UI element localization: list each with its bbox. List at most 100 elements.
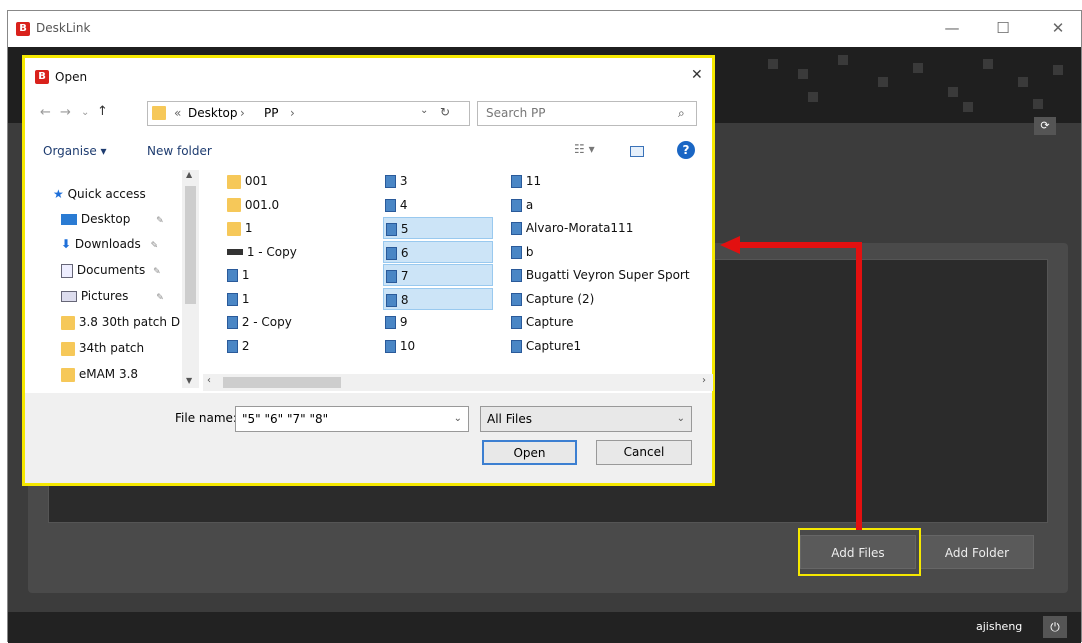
file-item[interactable]: Bugatti Veyron Super Sport [509, 264, 705, 286]
file-name: b [522, 244, 534, 259]
refresh-icon[interactable]: ⟳ [1034, 117, 1056, 135]
file-item[interactable]: Capture1 [509, 335, 705, 357]
scroll-left-icon[interactable]: ‹ [207, 375, 211, 386]
file-item[interactable]: Alvaro-Morata111 [509, 217, 705, 239]
file-item[interactable]: 001.0 [225, 194, 365, 216]
app-title: DeskLink [36, 21, 91, 35]
nav-scroll-thumb[interactable] [185, 186, 196, 304]
file-item[interactable]: 8 [383, 287, 493, 310]
minimize-button[interactable]: — [942, 19, 962, 37]
chevron-down-icon[interactable]: ⌄ [677, 407, 685, 431]
arrow-head [720, 236, 740, 254]
file-item[interactable]: 2 - Copy [225, 311, 365, 333]
image-file-icon [227, 339, 238, 353]
file-item[interactable]: 1 [225, 264, 365, 286]
pin-icon[interactable]: ✎ [156, 293, 164, 303]
breadcrumb-overflow[interactable]: « [174, 106, 181, 120]
open-file-dialog: B Open ✕ ← → ⌄ ↑ « Desktop › PP › ⌄ ↻ Se… [22, 55, 715, 486]
file-name: 1 - Copy [243, 244, 297, 259]
cancel-button[interactable]: Cancel [596, 440, 692, 465]
file-item[interactable]: a [509, 194, 705, 216]
pictures-icon [61, 291, 77, 302]
nav-folder-34th[interactable]: 34th patch [61, 335, 200, 361]
up-icon[interactable]: ↑ [97, 104, 108, 119]
back-icon[interactable]: ← [40, 105, 51, 120]
file-type-select[interactable]: All Files ⌄ [480, 406, 692, 432]
pin-icon[interactable]: ✎ [151, 241, 159, 251]
file-name-input[interactable]: "5" "6" "7" "8" ⌄ [235, 406, 469, 432]
breadcrumb-pp[interactable]: PP [264, 106, 278, 120]
file-name: 9 [396, 315, 408, 329]
chevron-down-icon[interactable]: ⌄ [81, 107, 89, 118]
close-window-button[interactable]: ✕ [1048, 19, 1068, 37]
file-scroll-thumb[interactable] [223, 377, 341, 388]
file-item[interactable]: 6 [383, 240, 493, 263]
file-item[interactable]: 1 [225, 288, 365, 310]
file-item[interactable]: 4 [383, 194, 493, 216]
navigation-pane: ★ Quick access Desktop ✎ ⬇ Downloads ✎ D… [25, 168, 200, 393]
power-icon[interactable]: ⏻ [1043, 616, 1067, 638]
file-item[interactable]: 9 [383, 311, 493, 333]
file-item[interactable]: 3 [383, 170, 493, 192]
file-name: 1 [238, 291, 250, 306]
nav-folder-emam[interactable]: eMAM 3.8 [61, 361, 200, 383]
file-name: 1 [238, 268, 250, 282]
nav-quick-access[interactable]: ★ Quick access [53, 181, 200, 207]
image-file-icon [385, 339, 396, 353]
file-item[interactable]: 11 [509, 170, 705, 192]
file-hscrollbar[interactable]: ‹ › [203, 374, 713, 391]
address-dropdown-icon[interactable]: ⌄ [420, 105, 428, 116]
user-label: ajisheng [976, 620, 1023, 633]
nav-desktop[interactable]: Desktop ✎ [61, 206, 200, 232]
file-item[interactable]: Capture [509, 311, 705, 333]
image-file-icon [511, 316, 522, 329]
file-name: 4 [396, 197, 408, 212]
file-item[interactable]: 1 [225, 217, 365, 239]
nav-pictures[interactable]: Pictures ✎ [61, 283, 200, 309]
pin-icon[interactable]: ✎ [156, 216, 164, 226]
nav-downloads[interactable]: ⬇ Downloads ✎ [61, 231, 200, 257]
refresh-icon[interactable]: ↻ [440, 105, 450, 119]
image-file-icon [511, 292, 522, 306]
help-icon[interactable]: ? [677, 141, 695, 159]
dialog-close-button[interactable]: ✕ [691, 67, 703, 83]
file-item[interactable]: 5 [383, 217, 493, 239]
nav-scrollbar[interactable]: ▲ ▼ [182, 170, 199, 388]
add-folder-button[interactable]: Add Folder [920, 535, 1034, 569]
file-item[interactable]: 7 [383, 264, 493, 286]
file-name-label: File name: [175, 411, 237, 425]
file-item[interactable]: b [509, 241, 705, 263]
new-folder-button[interactable]: New folder [147, 144, 212, 158]
file-item[interactable]: 10 [383, 335, 493, 357]
file-item[interactable]: Capture (2) [509, 288, 705, 310]
file-item[interactable]: 001 [225, 170, 365, 192]
arrow-shaft-horizontal [738, 242, 862, 248]
pin-icon[interactable]: ✎ [153, 267, 161, 277]
view-options-icon[interactable]: ☷ ▾ [574, 142, 595, 156]
breadcrumb-separator[interactable]: › [240, 106, 245, 120]
breadcrumb-desktop[interactable]: Desktop [188, 106, 238, 120]
scroll-up-icon[interactable]: ▲ [186, 170, 192, 179]
scroll-right-icon[interactable]: › [702, 375, 706, 386]
search-input[interactable]: Search PP ⌕ [477, 101, 697, 126]
nav-folder-38-30th[interactable]: 3.8 30th patch D [61, 309, 200, 335]
nav-documents[interactable]: Documents ✎ [61, 257, 200, 283]
file-name: 2 - Copy [238, 315, 292, 329]
documents-icon [61, 263, 73, 278]
preview-pane-icon[interactable] [630, 146, 644, 157]
folder-icon [61, 341, 75, 356]
image-file-icon [385, 175, 396, 188]
image-file-icon [511, 198, 522, 212]
address-bar[interactable]: « Desktop › PP › ⌄ ↻ [147, 101, 470, 126]
organise-button[interactable]: Organise ▾ [43, 144, 107, 158]
maximize-button[interactable]: ☐ [993, 19, 1013, 37]
file-item[interactable]: 2 [225, 335, 365, 357]
breadcrumb-separator[interactable]: › [290, 106, 295, 120]
file-name: 001.0 [241, 197, 280, 212]
file-name: Capture [522, 315, 574, 329]
open-button[interactable]: Open [482, 440, 577, 465]
file-item[interactable]: 1 - Copy [225, 241, 365, 263]
forward-icon[interactable]: → [60, 105, 71, 120]
chevron-down-icon[interactable]: ⌄ [454, 407, 462, 431]
scroll-down-icon[interactable]: ▼ [186, 376, 192, 385]
